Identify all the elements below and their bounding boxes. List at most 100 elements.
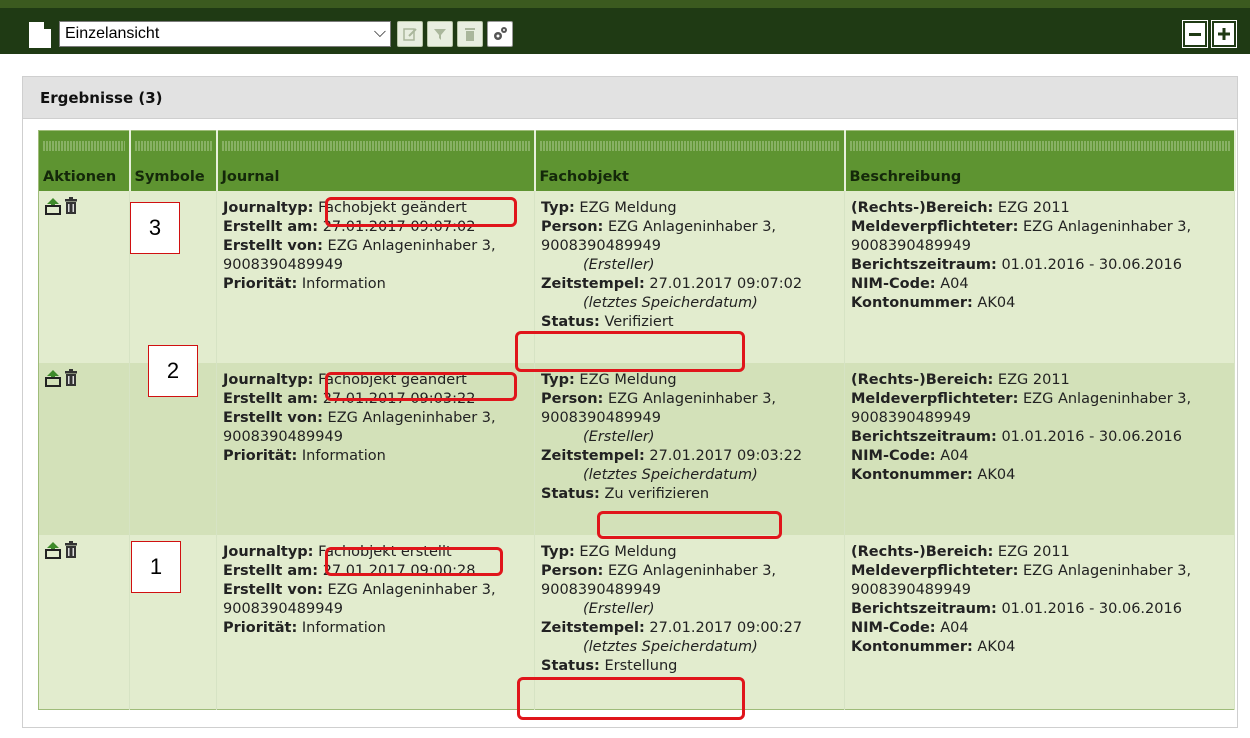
journaltyp-value: Fachobjekt geändert [318, 371, 467, 388]
prioritaet-value: Information [301, 447, 386, 464]
erstellt-am-label: Erstellt am: [223, 218, 319, 235]
filter-icon [434, 29, 446, 40]
trash-icon [465, 28, 475, 41]
chevron-down-icon: ⌵ [373, 24, 386, 41]
open-icon[interactable] [45, 369, 61, 387]
konto-label: Kontonummer: [851, 294, 973, 311]
actions-cell [38, 534, 130, 710]
status-label: Status: [541, 485, 600, 502]
column-header-journal[interactable]: Journal [216, 130, 536, 191]
fachobjekt-cell: Typ: EZG Meldung Person: EZG Anlageninha… [534, 534, 845, 710]
typ-label: Typ: [541, 199, 575, 216]
bereich-label: (Rechts-)Bereich: [851, 199, 994, 216]
erstellt-am-label: Erstellt am: [223, 390, 319, 407]
open-icon[interactable] [45, 541, 61, 559]
column-header-symbole[interactable]: Symbole [129, 130, 218, 191]
open-icon[interactable] [45, 197, 61, 215]
annotation-number: 1 [131, 541, 181, 593]
beschreibung-cell: (Rechts-)Bereich: EZG 2011 Meldeverpflic… [844, 534, 1235, 710]
prioritaet-label: Priorität: [223, 275, 298, 292]
person-label: Person: [541, 390, 604, 407]
table-row: Journaltyp: Fachobjekt erstellt Erstellt… [38, 534, 1235, 710]
konto-value: AK04 [977, 294, 1016, 311]
nim-value: A04 [940, 619, 969, 636]
view-select[interactable]: Einzelansicht ⌵ [59, 21, 391, 47]
status-label: Status: [541, 313, 600, 330]
beschreibung-cell: (Rechts-)Bereich: EZG 2011 Meldeverpflic… [844, 190, 1235, 363]
berichtszeitraum-value: 01.01.2016 - 30.06.2016 [1001, 428, 1182, 445]
berichtszeitraum-value: 01.01.2016 - 30.06.2016 [1001, 600, 1182, 617]
edit-button[interactable] [397, 21, 423, 47]
status-value: Verifiziert [604, 313, 674, 330]
collapse-all-button[interactable] [1182, 20, 1208, 48]
konto-value: AK04 [977, 638, 1016, 655]
collapse-icon [1189, 32, 1201, 36]
nim-value: A04 [940, 275, 969, 292]
zeitstempel-label: Zeitstempel: [541, 275, 645, 292]
erstellt-am-value: 27.01.2017 09:07:02 [322, 218, 476, 235]
prioritaet-value: Information [301, 275, 386, 292]
status-value: Zu verifizieren [604, 485, 710, 502]
erstellt-von-label: Erstellt von: [223, 237, 323, 254]
journal-cell: Journaltyp: Fachobjekt geändert Erstellt… [216, 362, 535, 535]
column-header-aktionen[interactable]: Aktionen [38, 130, 131, 191]
bereich-value: EZG 2011 [997, 199, 1070, 216]
journal-cell: Journaltyp: Fachobjekt geändert Erstellt… [216, 190, 535, 363]
erstellt-am-label: Erstellt am: [223, 562, 319, 579]
fachobjekt-cell: Typ: EZG Meldung Person: EZG Anlageninha… [534, 190, 845, 363]
toolbar: Einzelansicht ⌵ [0, 0, 1250, 62]
typ-value: EZG Meldung [579, 199, 677, 216]
column-header-fachobjekt[interactable]: Fachobjekt [534, 130, 846, 191]
prioritaet-label: Priorität: [223, 619, 298, 636]
edit-icon [403, 28, 417, 41]
zeitstempel-value: 27.01.2017 09:03:22 [649, 447, 803, 464]
zeitstempel-value: 27.01.2017 09:00:27 [649, 619, 803, 636]
actions-cell [38, 190, 130, 363]
journaltyp-label: Journaltyp: [223, 543, 314, 560]
nim-label: NIM-Code: [851, 275, 936, 292]
table-row: Journaltyp: Fachobjekt geändert Erstellt… [38, 362, 1235, 535]
delete-button[interactable] [457, 21, 483, 47]
journaltyp-value: Fachobjekt geändert [318, 199, 467, 216]
speicherdatum-note: (letztes Speicherdatum) [583, 638, 758, 655]
settings-icon [494, 27, 507, 40]
typ-value: EZG Meldung [579, 371, 677, 388]
settings-button[interactable] [487, 21, 513, 47]
melde-label: Meldeverpflichteter: [851, 390, 1019, 407]
ersteller-note: (Ersteller) [583, 600, 655, 617]
journaltyp-label: Journaltyp: [223, 199, 314, 216]
melde-label: Meldeverpflichteter: [851, 562, 1019, 579]
erstellt-am-value: 27.01.2017 09:00:28 [322, 562, 476, 579]
view-select-value: Einzelansicht [65, 25, 160, 42]
actions-cell [38, 362, 130, 535]
erstellt-von-label: Erstellt von: [223, 581, 323, 598]
column-header-beschreibung[interactable]: Beschreibung [844, 130, 1236, 191]
person-label: Person: [541, 562, 604, 579]
status-label: Status: [541, 657, 600, 674]
nim-label: NIM-Code: [851, 619, 936, 636]
results-table: Aktionen Symbole Journal Fachobjekt Besc… [38, 130, 1236, 710]
journaltyp-label: Journaltyp: [223, 371, 314, 388]
zeitstempel-label: Zeitstempel: [541, 447, 645, 464]
speicherdatum-note: (letztes Speicherdatum) [583, 294, 758, 311]
beschreibung-cell: (Rechts-)Bereich: EZG 2011 Meldeverpflic… [844, 362, 1235, 535]
berichtszeitraum-value: 01.01.2016 - 30.06.2016 [1001, 256, 1182, 273]
bereich-label: (Rechts-)Bereich: [851, 543, 994, 560]
annotation-number: 3 [130, 202, 180, 254]
expand-icon [1218, 28, 1230, 40]
berichtszeitraum-label: Berichtszeitraum: [851, 600, 997, 617]
expand-all-button[interactable] [1211, 20, 1237, 48]
typ-label: Typ: [541, 371, 575, 388]
trash-icon[interactable] [63, 368, 79, 387]
zeitstempel-label: Zeitstempel: [541, 619, 645, 636]
konto-label: Kontonummer: [851, 638, 973, 655]
konto-value: AK04 [977, 466, 1016, 483]
trash-icon[interactable] [63, 196, 79, 215]
person-label: Person: [541, 218, 604, 235]
bereich-value: EZG 2011 [997, 543, 1070, 560]
table-row: Journaltyp: Fachobjekt geändert Erstellt… [38, 190, 1235, 363]
document-icon[interactable] [29, 22, 51, 48]
melde-label: Meldeverpflichteter: [851, 218, 1019, 235]
filter-button[interactable] [427, 21, 453, 47]
trash-icon[interactable] [63, 540, 79, 559]
